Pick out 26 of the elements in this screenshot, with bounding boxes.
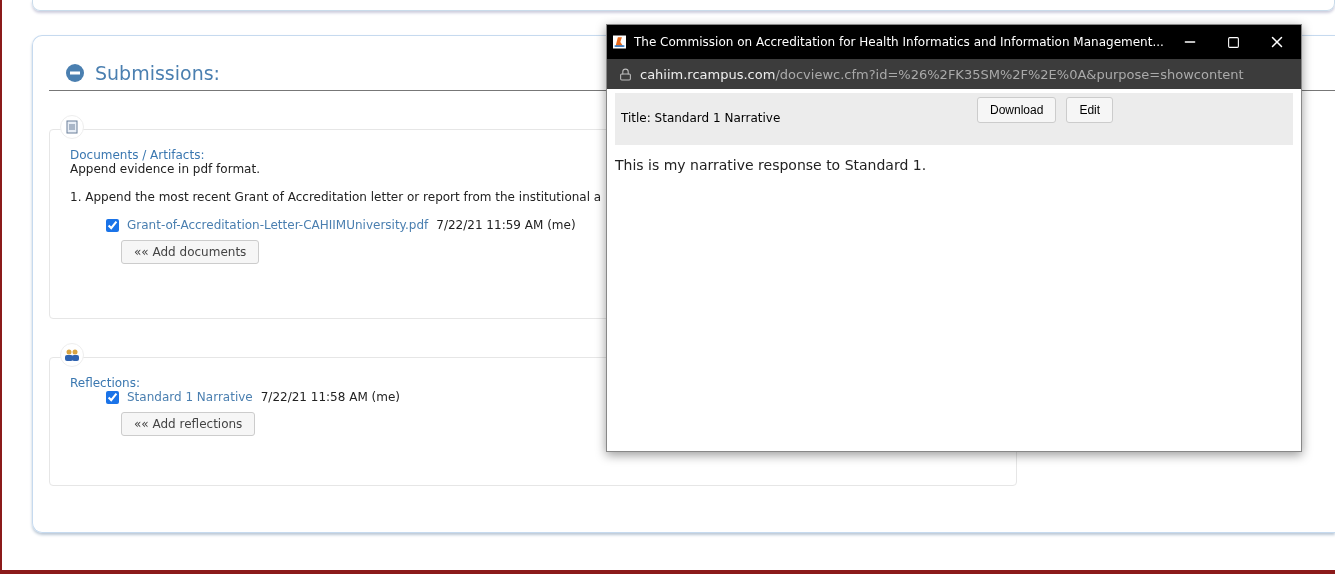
document-icon — [66, 120, 78, 134]
file-link[interactable]: Standard 1 Narrative — [127, 390, 253, 404]
group-note: Append evidence in pdf format. — [70, 162, 260, 176]
item-meta: 7/22/21 11:59 AM (me) — [436, 218, 576, 232]
collapse-icon[interactable] — [65, 63, 85, 83]
group-heading: Documents / Artifacts: — [70, 148, 206, 162]
item-checkbox[interactable] — [106, 390, 119, 404]
url-text: cahiim.rcampus.com/docviewc.cfm?id=%26%2FK35SM%2F%2E%0A&purpose=showcontent — [640, 66, 1244, 82]
group-heading: Reflections: — [70, 376, 141, 390]
popup-button[interactable]: Download — [977, 97, 1057, 123]
add-button[interactable]: «« Add documents — [121, 240, 260, 264]
window-title: The Commission on Accreditation for Health Informatics and Information Management... — [634, 35, 1164, 49]
lock-icon — [619, 67, 632, 81]
app-logo-icon — [613, 34, 626, 50]
item-meta: 7/22/21 11:58 AM (me) — [260, 390, 400, 404]
address-bar[interactable]: cahiim.rcampus.com/docviewc.cfm?id=%26%2FK35SM%2F%2E%0A&purpose=showcontent — [607, 59, 1301, 89]
file-link[interactable]: Grant-of-Accreditation-Letter-CAHIIMUniversity.pdf — [127, 218, 429, 232]
document-title: Title: Standard 1 Narrative — [621, 111, 782, 125]
document-body: This is my narrative response to Standard 1. — [614, 156, 928, 175]
maximize-icon[interactable] — [1226, 35, 1240, 49]
item-checkbox[interactable] — [106, 218, 119, 232]
add-button[interactable]: «« Add reflections — [121, 412, 256, 436]
people-icon — [64, 349, 80, 361]
section-title: Submissions: — [95, 62, 220, 84]
popup-button[interactable]: Edit — [1066, 97, 1114, 123]
instruction-text: 1. Append the most recent Grant of Accreditation letter or report from the institutional a — [70, 190, 602, 204]
